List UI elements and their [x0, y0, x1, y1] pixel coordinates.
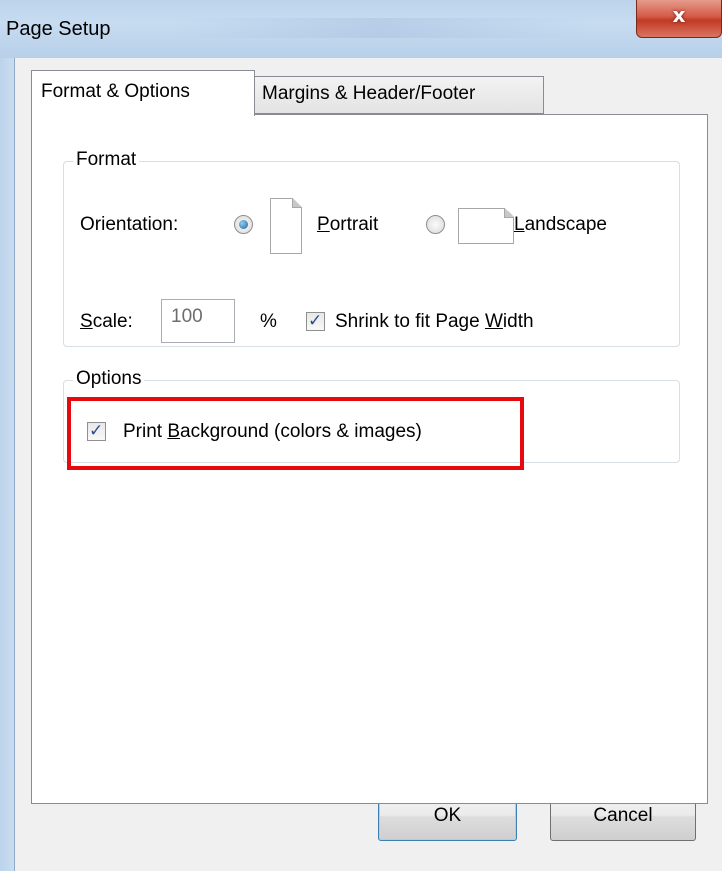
window-title: Page Setup: [6, 18, 111, 40]
format-legend: Format: [73, 149, 140, 171]
shrink-to-fit-checkbox[interactable]: ✓: [306, 311, 325, 331]
portrait-label-text: Portrait: [317, 214, 379, 235]
portrait-page-icon: [270, 198, 302, 254]
scale-label: Scale:: [80, 311, 133, 332]
dialog-client-area: Format & Options Margins & Header/Footer…: [15, 58, 722, 871]
options-legend: Options: [73, 368, 145, 390]
tab-panel: Format Orientation: Portrait Landscape S…: [31, 114, 708, 804]
checkmark-icon: ✓: [308, 311, 323, 331]
landscape-label-text: Landscape: [514, 214, 607, 235]
landscape-label[interactable]: Landscape: [514, 214, 607, 236]
tab-margins-header-footer-label: Margins & Header/Footer: [262, 83, 476, 104]
title-bar-glass: [170, 18, 590, 38]
landscape-page-icon: [458, 208, 514, 244]
close-button[interactable]: x: [636, 0, 722, 38]
shrink-to-fit-label[interactable]: Shrink to fit Page Width: [335, 311, 534, 333]
shrink-to-fit-label-text: Shrink to fit Page Width: [335, 311, 534, 332]
title-bar[interactable]: Page Setup x: [0, 0, 722, 58]
page-fold: [292, 198, 302, 208]
portrait-radio[interactable]: [234, 215, 253, 234]
window-frame-left: [0, 58, 15, 871]
portrait-label[interactable]: Portrait: [317, 214, 378, 236]
orientation-label: Orientation:: [80, 214, 179, 235]
format-group: Format Orientation: Portrait Landscape S…: [63, 149, 680, 347]
red-highlight-box: [67, 397, 524, 470]
tab-format-options[interactable]: Format & Options: [31, 70, 255, 116]
tab-margins-header-footer[interactable]: Margins & Header/Footer: [254, 76, 544, 114]
landscape-radio[interactable]: [426, 215, 445, 234]
percent-label: %: [260, 311, 277, 332]
scale-input[interactable]: 100: [161, 299, 235, 343]
tab-format-options-label: Format & Options: [41, 81, 190, 102]
close-icon: x: [672, 3, 686, 27]
page-fold: [504, 208, 514, 218]
